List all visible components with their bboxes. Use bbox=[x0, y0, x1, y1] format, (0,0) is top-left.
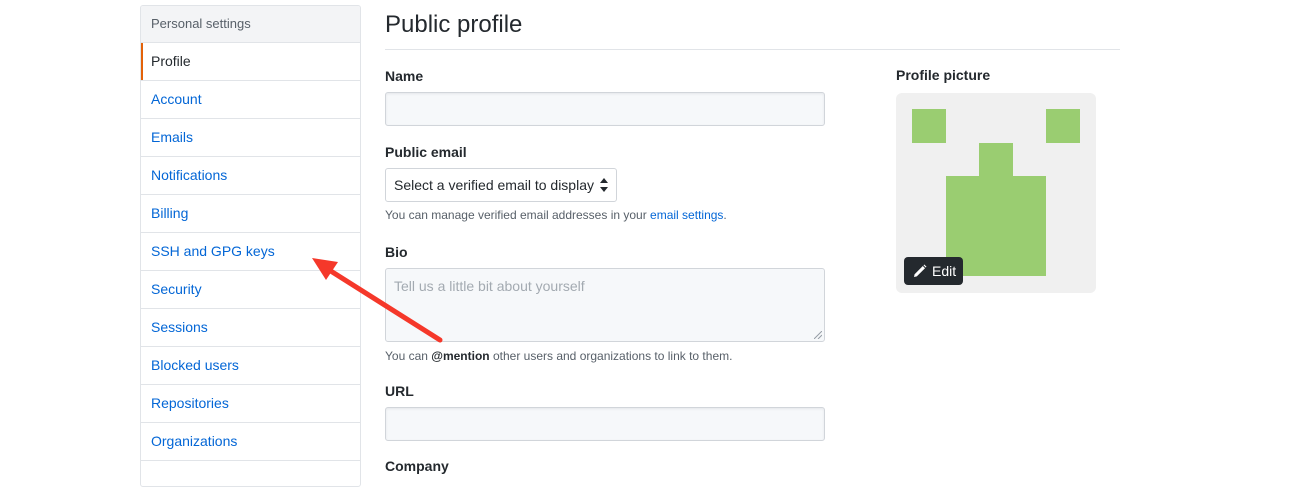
sidebar-item-ssh-gpg-keys[interactable]: SSH and GPG keys bbox=[141, 233, 360, 271]
sidebar-item-account[interactable]: Account bbox=[141, 81, 360, 119]
title-divider bbox=[385, 49, 1120, 50]
public-email-label: Public email bbox=[385, 144, 467, 160]
avatar-block bbox=[979, 143, 1013, 177]
avatar-block bbox=[1046, 109, 1080, 143]
sidebar-item-security[interactable]: Security bbox=[141, 271, 360, 309]
sidebar-item-sessions[interactable]: Sessions bbox=[141, 309, 360, 347]
page-title: Public profile bbox=[385, 11, 523, 38]
sidebar-item-blocked-users[interactable]: Blocked users bbox=[141, 347, 360, 385]
sidebar-item-organizations[interactable]: Organizations bbox=[141, 423, 360, 461]
bio-placeholder: Tell us a little bit about yourself bbox=[394, 278, 585, 294]
bio-note-text: You can bbox=[385, 349, 432, 363]
resize-grip-icon[interactable] bbox=[814, 331, 822, 339]
profile-picture-label: Profile picture bbox=[896, 67, 991, 83]
company-label: Company bbox=[385, 458, 449, 474]
bio-textarea[interactable]: Tell us a little bit about yourself bbox=[385, 268, 825, 342]
sidebar-header: Personal settings bbox=[141, 6, 360, 43]
sidebar-item-profile[interactable]: Profile bbox=[141, 43, 360, 81]
edit-label: Edit bbox=[932, 263, 957, 279]
bio-note-suffix: other users and organizations to link to… bbox=[489, 349, 733, 363]
public-email-select-value: Select a verified email to display bbox=[394, 177, 594, 193]
name-input[interactable] bbox=[385, 92, 825, 126]
email-note: You can manage verified email addresses … bbox=[385, 208, 727, 222]
mention-text: @mention bbox=[431, 349, 490, 363]
bio-note: You can @mention other users and organiz… bbox=[385, 349, 732, 363]
url-label: URL bbox=[385, 383, 414, 399]
url-input[interactable] bbox=[385, 407, 825, 441]
edit-avatar-button[interactable]: Edit bbox=[904, 257, 963, 285]
bio-label: Bio bbox=[385, 244, 408, 260]
sidebar-item-repositories[interactable]: Repositories bbox=[141, 385, 360, 423]
email-note-suffix: . bbox=[723, 208, 727, 222]
public-email-select[interactable]: Select a verified email to display bbox=[385, 168, 617, 202]
pencil-icon bbox=[914, 264, 927, 277]
select-arrows-icon bbox=[600, 178, 608, 192]
sidebar-item-billing[interactable]: Billing bbox=[141, 195, 360, 233]
name-label: Name bbox=[385, 68, 424, 84]
sidebar-item-notifications[interactable]: Notifications bbox=[141, 157, 360, 195]
sidebar-item-emails[interactable]: Emails bbox=[141, 119, 360, 157]
avatar-block bbox=[912, 109, 946, 143]
settings-sidebar: Personal settings Profile Account Emails… bbox=[140, 5, 361, 487]
email-note-text: You can manage verified email addresses … bbox=[385, 208, 651, 222]
email-settings-link[interactable]: email settings bbox=[650, 208, 723, 222]
